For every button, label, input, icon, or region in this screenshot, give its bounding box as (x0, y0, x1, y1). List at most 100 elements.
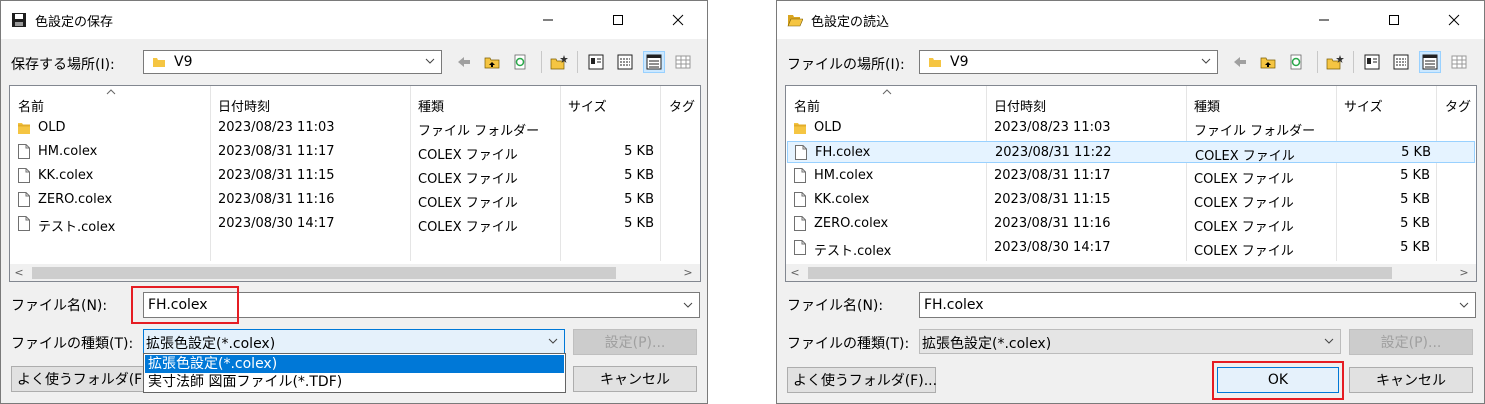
sort-ascending-icon (882, 89, 892, 95)
location-label: ファイルの場所(I): (787, 57, 905, 73)
new-folder-icon[interactable] (548, 51, 570, 73)
close-button[interactable] (1431, 1, 1477, 39)
maximize-button[interactable] (595, 1, 641, 39)
filetype-option[interactable]: 拡張色設定(*.colex) (145, 355, 564, 373)
file-date: 2023/08/31 11:15 (994, 192, 1111, 207)
folder-icon (929, 58, 941, 67)
cancel-button[interactable]: キャンセル (573, 366, 697, 392)
filename-label: ファイル名(N): (11, 298, 108, 314)
location-combo[interactable]: V9 (143, 50, 442, 74)
file-size: 5 KB (1400, 168, 1430, 183)
filetype-option[interactable]: 実寸法師 図面ファイル(*.TDF) (145, 373, 564, 391)
filename-value: FH.colex (924, 297, 984, 313)
column-header-size[interactable]: サイズ (1344, 96, 1383, 115)
favorites-button[interactable]: よく使うフォルダ(F)... (11, 366, 161, 392)
file-date: 2023/08/31 11:16 (218, 192, 335, 207)
file-row[interactable]: テスト.colex 2023/08/30 14:17 COLEX ファイル 5 KB (787, 237, 1475, 259)
file-type: COLEX ファイル (418, 172, 518, 187)
cancel-button[interactable]: キャンセル (1349, 367, 1473, 393)
thumbnail-view-icon[interactable] (1448, 51, 1470, 73)
scroll-left-icon[interactable]: < (789, 266, 801, 279)
location-combo[interactable]: V9 (919, 50, 1218, 74)
file-row[interactable]: テスト.colex 2023/08/30 14:17 COLEX ファイル 5 KB (11, 213, 699, 235)
column-header-date[interactable]: 日付時刻 (218, 96, 270, 115)
back-icon[interactable] (453, 51, 475, 73)
location-value: V9 (950, 54, 969, 70)
large-icons-view-icon[interactable] (1361, 51, 1383, 73)
column-header-type[interactable]: 種類 (418, 96, 444, 115)
file-row[interactable]: ZERO.colex 2023/08/31 11:16 COLEX ファイル 5 KB (787, 213, 1475, 235)
filetype-value: 拡張色設定(*.colex) (146, 336, 276, 352)
file-row[interactable]: OLD 2023/08/23 11:03 ファイル フォルダー (11, 117, 699, 139)
settings-button[interactable]: 設定(P)... (573, 329, 697, 355)
scroll-right-icon[interactable]: > (682, 266, 694, 279)
up-folder-icon[interactable] (481, 51, 503, 73)
settings-button[interactable]: 設定(P)... (1349, 329, 1473, 355)
chevron-down-icon[interactable] (1322, 334, 1336, 348)
scrollbar-thumb[interactable] (32, 267, 616, 279)
file-row[interactable]: ZERO.colex 2023/08/31 11:16 COLEX ファイル 5 KB (11, 189, 699, 211)
column-header-name[interactable]: 名前 (794, 96, 820, 115)
column-header-date[interactable]: 日付時刻 (994, 96, 1046, 115)
column-header-tag[interactable]: タグ (669, 96, 695, 115)
filetype-select[interactable]: 拡張色設定(*.colex) (143, 329, 565, 354)
open-dialog: 色設定の読込 ファイルの場所(I): V9 名前 日付時刻 種類 サイズ タグ … (776, 0, 1485, 404)
file-row[interactable]: KK.colex 2023/08/31 11:15 COLEX ファイル 5 KB (11, 165, 699, 187)
chevron-down-icon[interactable] (1457, 298, 1471, 312)
scrollbar-thumb[interactable] (808, 267, 1392, 279)
refresh-icon[interactable] (509, 51, 531, 73)
minimize-button[interactable] (525, 1, 571, 39)
location-label: 保存する場所(I): (11, 57, 115, 73)
file-size: 5 KB (624, 144, 654, 159)
large-icons-view-icon[interactable] (585, 51, 607, 73)
file-list[interactable]: 名前 日付時刻 種類 サイズ タグ OLD 2023/08/23 11:03 ファイ… (785, 85, 1477, 282)
file-icon (18, 168, 30, 183)
file-name: KK.colex (38, 168, 94, 183)
file-row[interactable]: OLD 2023/08/23 11:03 ファイル フォルダー (787, 117, 1475, 139)
favorites-button[interactable]: よく使うフォルダ(F)... (787, 367, 937, 393)
file-name: ZERO.colex (38, 192, 113, 207)
chevron-down-icon[interactable] (546, 334, 560, 348)
column-header-size[interactable]: サイズ (568, 96, 607, 115)
file-type: COLEX ファイル (418, 196, 518, 211)
new-folder-icon[interactable] (1324, 51, 1346, 73)
file-row[interactable]: KK.colex 2023/08/31 11:15 COLEX ファイル 5 KB (787, 189, 1475, 211)
maximize-button[interactable] (1371, 1, 1417, 39)
minimize-button[interactable] (1301, 1, 1347, 39)
column-header-name[interactable]: 名前 (18, 96, 44, 115)
details-view-icon[interactable] (1419, 51, 1441, 73)
up-folder-icon[interactable] (1257, 51, 1279, 73)
filename-label: ファイル名(N): (787, 298, 884, 314)
details-view-icon[interactable] (643, 51, 665, 73)
list-view-icon[interactable] (614, 51, 636, 73)
horizontal-scrollbar[interactable]: < > (786, 264, 1476, 281)
horizontal-scrollbar[interactable]: < > (10, 264, 700, 281)
column-header-type[interactable]: 種類 (1194, 96, 1220, 115)
file-row[interactable]: FH.colex 2023/08/31 11:22 COLEX ファイル 5 KB (787, 141, 1475, 164)
chevron-down-icon[interactable] (681, 298, 695, 312)
title-bar: 色設定の保存 (1, 1, 707, 39)
save-dialog: 色設定の保存 保存する場所(I): V9 名前 日付時刻 種類 サイズ タグ O… (0, 0, 708, 404)
file-row[interactable]: HM.colex 2023/08/31 11:17 COLEX ファイル 5 KB (11, 141, 699, 163)
file-type: COLEX ファイル (418, 220, 518, 235)
file-date: 2023/08/23 11:03 (218, 120, 335, 135)
column-header-tag[interactable]: タグ (1445, 96, 1471, 115)
file-list[interactable]: 名前 日付時刻 種類 サイズ タグ OLD 2023/08/23 11:03 ファイ… (9, 85, 701, 282)
file-icon (794, 192, 806, 207)
list-view-icon[interactable] (1390, 51, 1412, 73)
scroll-left-icon[interactable]: < (13, 266, 25, 279)
refresh-icon[interactable] (1285, 51, 1307, 73)
folder-icon (794, 120, 806, 135)
thumbnail-view-icon[interactable] (672, 51, 694, 73)
back-icon[interactable] (1229, 51, 1251, 73)
close-button[interactable] (655, 1, 701, 39)
open-folder-icon (787, 12, 804, 28)
scroll-right-icon[interactable]: > (1458, 266, 1470, 279)
filetype-select[interactable]: 拡張色設定(*.colex) (919, 329, 1341, 354)
file-date: 2023/08/31 11:17 (218, 144, 335, 159)
file-row[interactable]: HM.colex 2023/08/31 11:17 COLEX ファイル 5 KB (787, 165, 1475, 187)
filename-input[interactable]: FH.colex (919, 292, 1476, 318)
file-size: 5 KB (1400, 192, 1430, 207)
filetype-dropdown-list[interactable]: 拡張色設定(*.colex) 実寸法師 図面ファイル(*.TDF) (143, 353, 566, 393)
floppy-disk-icon (11, 12, 27, 28)
